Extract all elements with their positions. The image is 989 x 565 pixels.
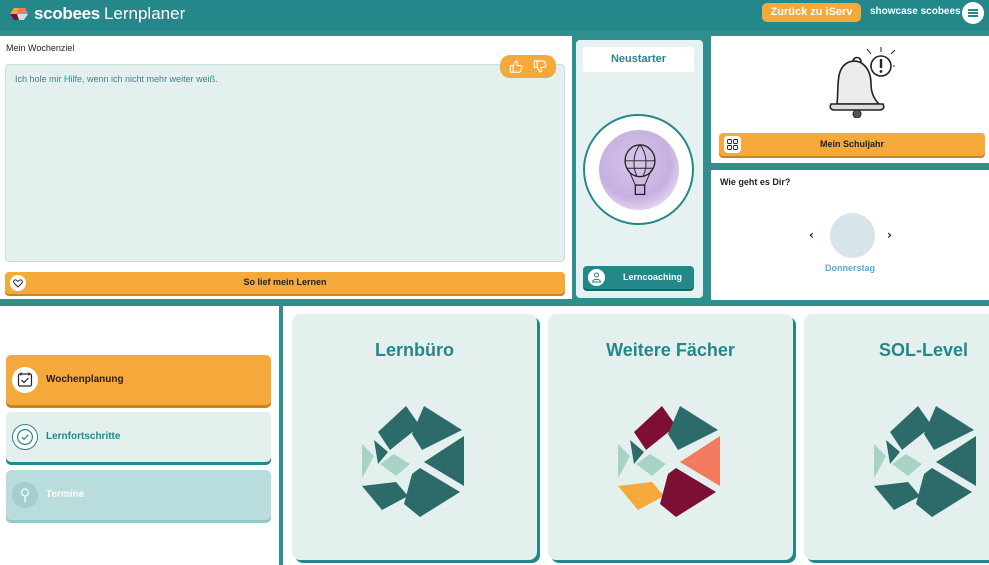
mood-panel: Wie geht es Dir? ‹ › Donnerstag [711, 170, 989, 300]
menu-icon [968, 9, 978, 11]
learning-reflection-button[interactable]: So lief mein Lernen [5, 272, 565, 294]
neustarter-panel: Neustarter Lerncoaching [576, 40, 703, 298]
logo-subtitle: Lernplaner [103, 4, 186, 23]
nav-item-lernfortschritte[interactable]: Lernfortschritte [6, 412, 271, 462]
learning-coaching-label: Lerncoaching [622, 272, 682, 282]
my-school-year-button[interactable]: Mein Schuljahr [719, 133, 985, 156]
tile-title-sol-level: SOL-Level [879, 340, 969, 360]
learning-coaching-button[interactable]: Lerncoaching [583, 266, 694, 289]
thumbs-down-icon[interactable] [532, 59, 548, 74]
next-day-button[interactable]: › [887, 228, 892, 242]
check-circle-icon [12, 424, 38, 450]
back-to-iserv-button[interactable]: Zurück zu iServ [762, 3, 861, 22]
nav-label-wochenplanung: Wochenplanung [46, 374, 124, 385]
mood-title: Wie geht es Dir? [720, 177, 791, 187]
previous-day-button[interactable]: ‹ [809, 228, 814, 242]
menu-button[interactable] [962, 2, 984, 24]
nav-label-lernfortschritte: Lernfortschritte [46, 431, 121, 442]
weekly-goal-textbox[interactable]: Ich hole mir Hilfe, wenn ich nicht mehr … [5, 64, 565, 262]
tile-title-lernbuero: Lernbüro [375, 340, 454, 360]
thumbs-up-icon[interactable] [508, 59, 524, 74]
nav-item-termine[interactable]: Termine [6, 470, 271, 520]
subject-tiles: Lernbüro Weitere Fächer SOL-Level [283, 306, 989, 565]
pin-icon [12, 482, 38, 508]
mood-indicator[interactable] [830, 213, 875, 258]
logo-brand: scobees [34, 4, 100, 23]
side-navigation: Wochenplanung Lernfortschritte Termine [0, 306, 279, 565]
neustarter-title: Neustarter [583, 47, 694, 72]
coaching-icon [588, 269, 605, 286]
tile-title-weitere-faecher: Weitere Fächer [606, 340, 735, 360]
top-bar: scobees Lernplaner Zurück zu iServ showc… [0, 0, 989, 30]
logo-mark-icon [10, 8, 28, 20]
logo[interactable]: scobees Lernplaner [8, 3, 185, 25]
hot-air-balloon-icon [624, 144, 656, 196]
nav-label-termine: Termine [46, 489, 85, 500]
calendar-check-icon [12, 367, 38, 393]
weekly-goal-title: Mein Wochenziel [6, 43, 75, 53]
hexagon-logo-icon [362, 406, 464, 517]
school-year-panel: Mein Schuljahr [711, 36, 989, 163]
weekly-goal-panel: Mein Wochenziel Ich hole mir Hilfe, wenn… [0, 36, 572, 299]
weekly-goal-text: Ich hole mir Hilfe, wenn ich nicht mehr … [15, 74, 218, 84]
my-school-year-label: Mein Schuljahr [819, 139, 884, 149]
tile-sol-level[interactable]: SOL-Level [804, 314, 989, 560]
bell-alert-icon [829, 47, 895, 118]
mood-day-label: Donnerstag [824, 263, 875, 273]
nav-item-wochenplanung[interactable]: Wochenplanung [6, 355, 271, 405]
tile-lernbuero[interactable]: Lernbüro [292, 314, 537, 560]
feedback-thumbs [500, 55, 556, 78]
hexagon-logo-colored-icon [618, 406, 720, 517]
tile-weitere-faecher[interactable]: Weitere Fächer [548, 314, 793, 560]
user-name[interactable]: showcase scobees [870, 6, 961, 17]
hexagon-logo-icon [874, 406, 976, 517]
learning-reflection-label: So lief mein Lernen [243, 277, 327, 287]
level-badge [583, 114, 694, 225]
